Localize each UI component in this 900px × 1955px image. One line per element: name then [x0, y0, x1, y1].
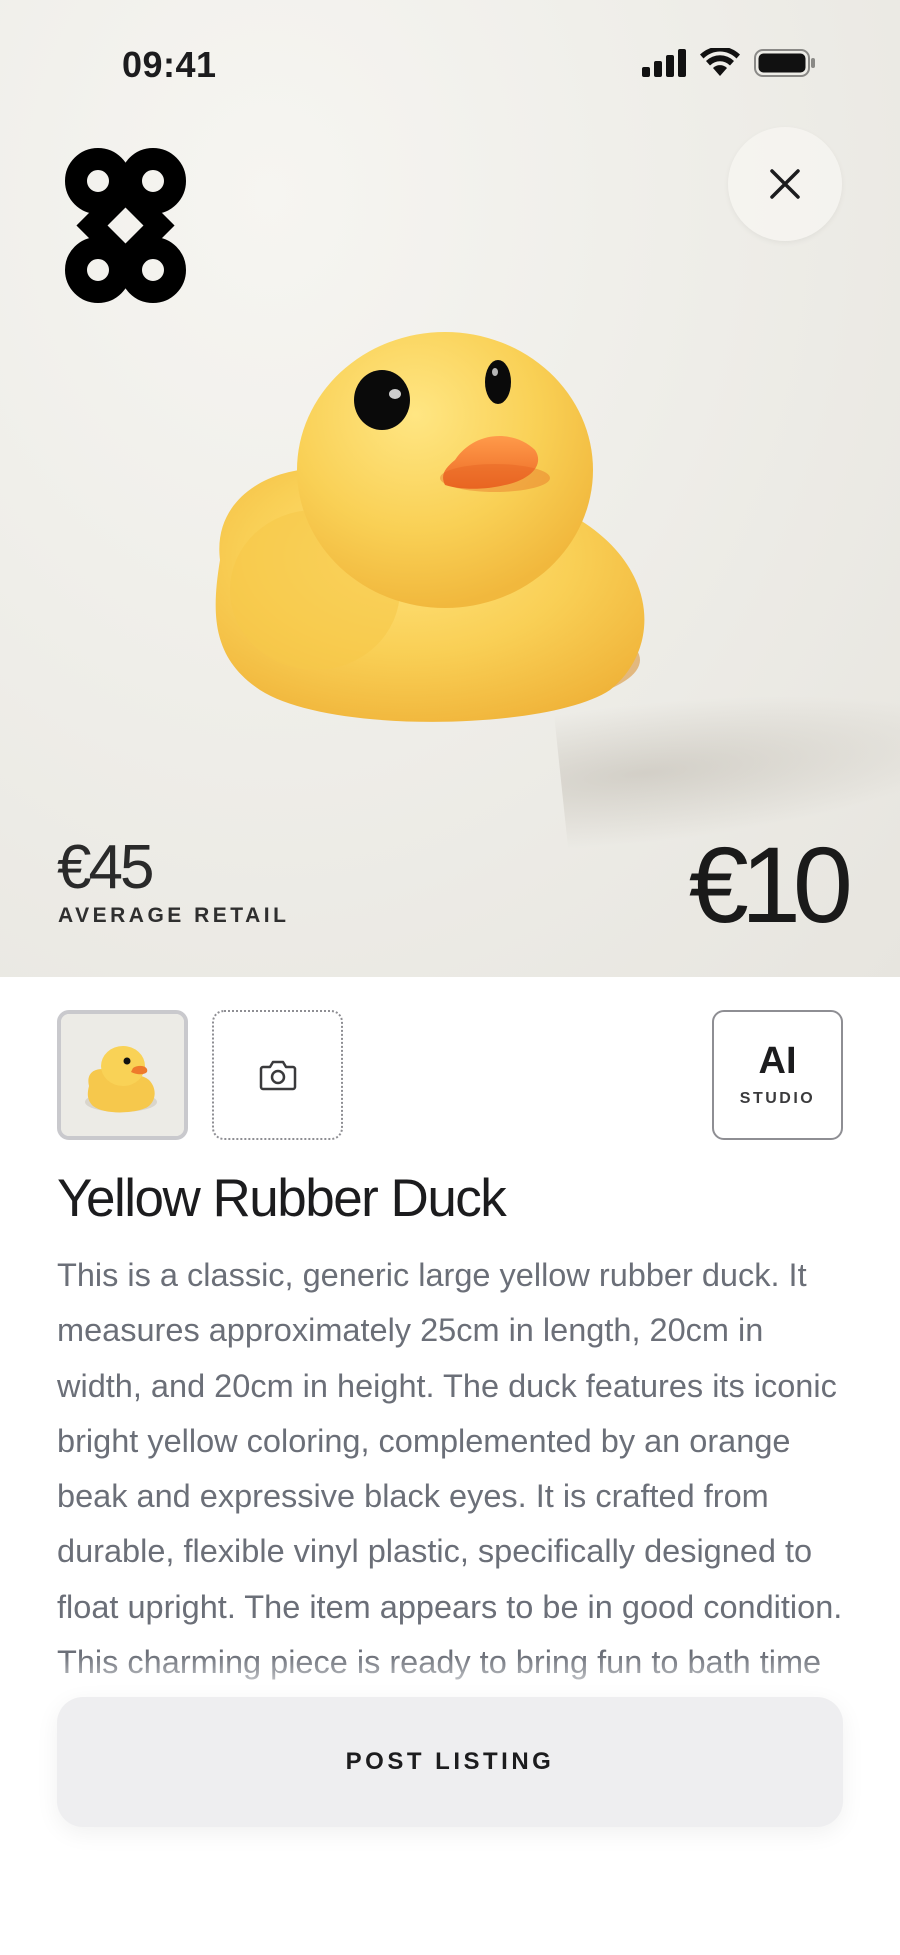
- brand-logo-icon: [65, 148, 186, 303]
- average-retail-label: AVERAGE RETAIL: [58, 904, 290, 927]
- status-time: 09:41: [122, 44, 217, 85]
- hero-section: 09:41 €45 AVERAGE RETAIL €10: [0, 0, 900, 977]
- average-retail-price: €45: [57, 833, 154, 902]
- battery-icon: [754, 49, 815, 77]
- ai-studio-subtitle: STUDIO: [739, 1090, 816, 1107]
- wifi-icon: [700, 48, 740, 76]
- photo-thumbnail[interactable]: [57, 1010, 188, 1140]
- status-bar: 09:41: [0, 0, 900, 130]
- product-title: Yellow Rubber Duck: [57, 1169, 507, 1228]
- product-image: [215, 332, 645, 722]
- cellular-signal-icon: [642, 49, 686, 77]
- close-icon: [770, 169, 800, 199]
- listing-price[interactable]: €10: [689, 822, 853, 947]
- camera-icon: [259, 1060, 296, 1091]
- duck-thumbnail-image: [61, 1014, 184, 1136]
- ai-studio-button[interactable]: AI STUDIO: [712, 1010, 843, 1140]
- close-button[interactable]: [728, 127, 842, 241]
- status-icons: [642, 48, 816, 78]
- post-listing-button[interactable]: POST LISTING: [57, 1697, 843, 1827]
- content-fade: [0, 1655, 900, 1697]
- ai-studio-title: AI: [758, 1040, 797, 1082]
- add-photo-button[interactable]: [212, 1010, 343, 1140]
